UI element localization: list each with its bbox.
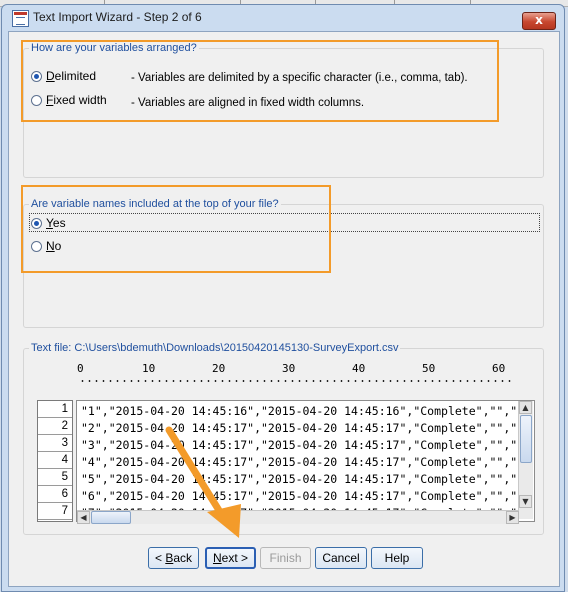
title-bar[interactable]: Text Import Wizard - Step 2 of 6 x bbox=[2, 5, 564, 31]
close-button[interactable]: x bbox=[522, 12, 556, 30]
row-number: 4 bbox=[38, 452, 72, 469]
textfile-legend: Text file: C:\Users\bdemuth\Downloads\20… bbox=[29, 342, 401, 354]
next-label: ext > bbox=[221, 551, 249, 565]
file-preview-pane[interactable]: "1","2015-04-20 14:45:16","2015-04-20 14… bbox=[76, 400, 535, 522]
row-number: 2 bbox=[38, 418, 72, 435]
row-number: 5 bbox=[38, 469, 72, 486]
ruler-label: 30 bbox=[282, 362, 296, 375]
row-number: 3 bbox=[38, 435, 72, 452]
next-mnemonic: N bbox=[212, 551, 222, 565]
help-button[interactable]: Help bbox=[371, 547, 423, 569]
ruler-label: 50 bbox=[422, 362, 436, 375]
vertical-scroll-thumb[interactable] bbox=[520, 415, 532, 463]
preview-row: "1","2015-04-20 14:45:16","2015-04-20 14… bbox=[81, 404, 518, 418]
back-button[interactable]: < Back bbox=[148, 547, 199, 569]
text-import-wizard-dialog: Text Import Wizard - Step 2 of 6 x How a… bbox=[1, 4, 565, 592]
horizontal-scrollbar[interactable]: ◀ ▶ bbox=[77, 510, 519, 524]
preview-row: "4","2015-04-20 14:45:17","2015-04-20 14… bbox=[81, 455, 518, 469]
horizontal-scroll-thumb[interactable] bbox=[91, 511, 131, 524]
vertical-scrollbar[interactable]: ▲ ▼ bbox=[518, 401, 533, 519]
ruler-label: 10 bbox=[142, 362, 156, 375]
scroll-down-icon[interactable]: ▼ bbox=[519, 495, 532, 508]
column-ruler: 0 10 20 30 40 50 60 bbox=[77, 362, 517, 392]
ruler-label: 20 bbox=[212, 362, 226, 375]
preview-row: "3","2015-04-20 14:45:17","2015-04-20 14… bbox=[81, 438, 518, 452]
window-title: Text Import Wizard - Step 2 of 6 bbox=[33, 10, 202, 24]
annotation-arrow-icon bbox=[165, 426, 241, 538]
back-label: ack bbox=[173, 551, 193, 565]
dialog-body: How are your variables arranged? Delimit… bbox=[8, 31, 560, 587]
arrangement-highlight-box bbox=[21, 40, 499, 122]
ruler-label: 60 bbox=[492, 362, 506, 375]
scroll-up-icon[interactable]: ▲ bbox=[519, 401, 532, 414]
names-highlight-box bbox=[21, 185, 331, 273]
spreadsheet-icon bbox=[12, 10, 29, 27]
scroll-left-icon[interactable]: ◀ bbox=[77, 511, 90, 524]
row-number-column: 1 2 3 4 5 6 7 bbox=[37, 400, 73, 522]
scroll-right-icon[interactable]: ▶ bbox=[506, 511, 519, 524]
row-number: 1 bbox=[38, 401, 72, 418]
ruler-ticks bbox=[79, 379, 515, 383]
ruler-label: 40 bbox=[352, 362, 366, 375]
finish-button[interactable]: Finish bbox=[260, 547, 311, 569]
row-number: 6 bbox=[38, 486, 72, 503]
preview-row: "6","2015-04-20 14:45:17","2015-04-20 14… bbox=[81, 489, 518, 503]
ruler-label: 0 bbox=[77, 362, 84, 375]
cancel-button[interactable]: Cancel bbox=[315, 547, 367, 569]
preview-row: "2","2015-04-20 14:45:17","2015-04-20 14… bbox=[81, 421, 518, 435]
next-button[interactable]: Next > bbox=[205, 547, 256, 569]
preview-row: "5","2015-04-20 14:45:17","2015-04-20 14… bbox=[81, 472, 518, 486]
row-number: 7 bbox=[38, 503, 72, 520]
back-prefix: < bbox=[154, 551, 166, 565]
